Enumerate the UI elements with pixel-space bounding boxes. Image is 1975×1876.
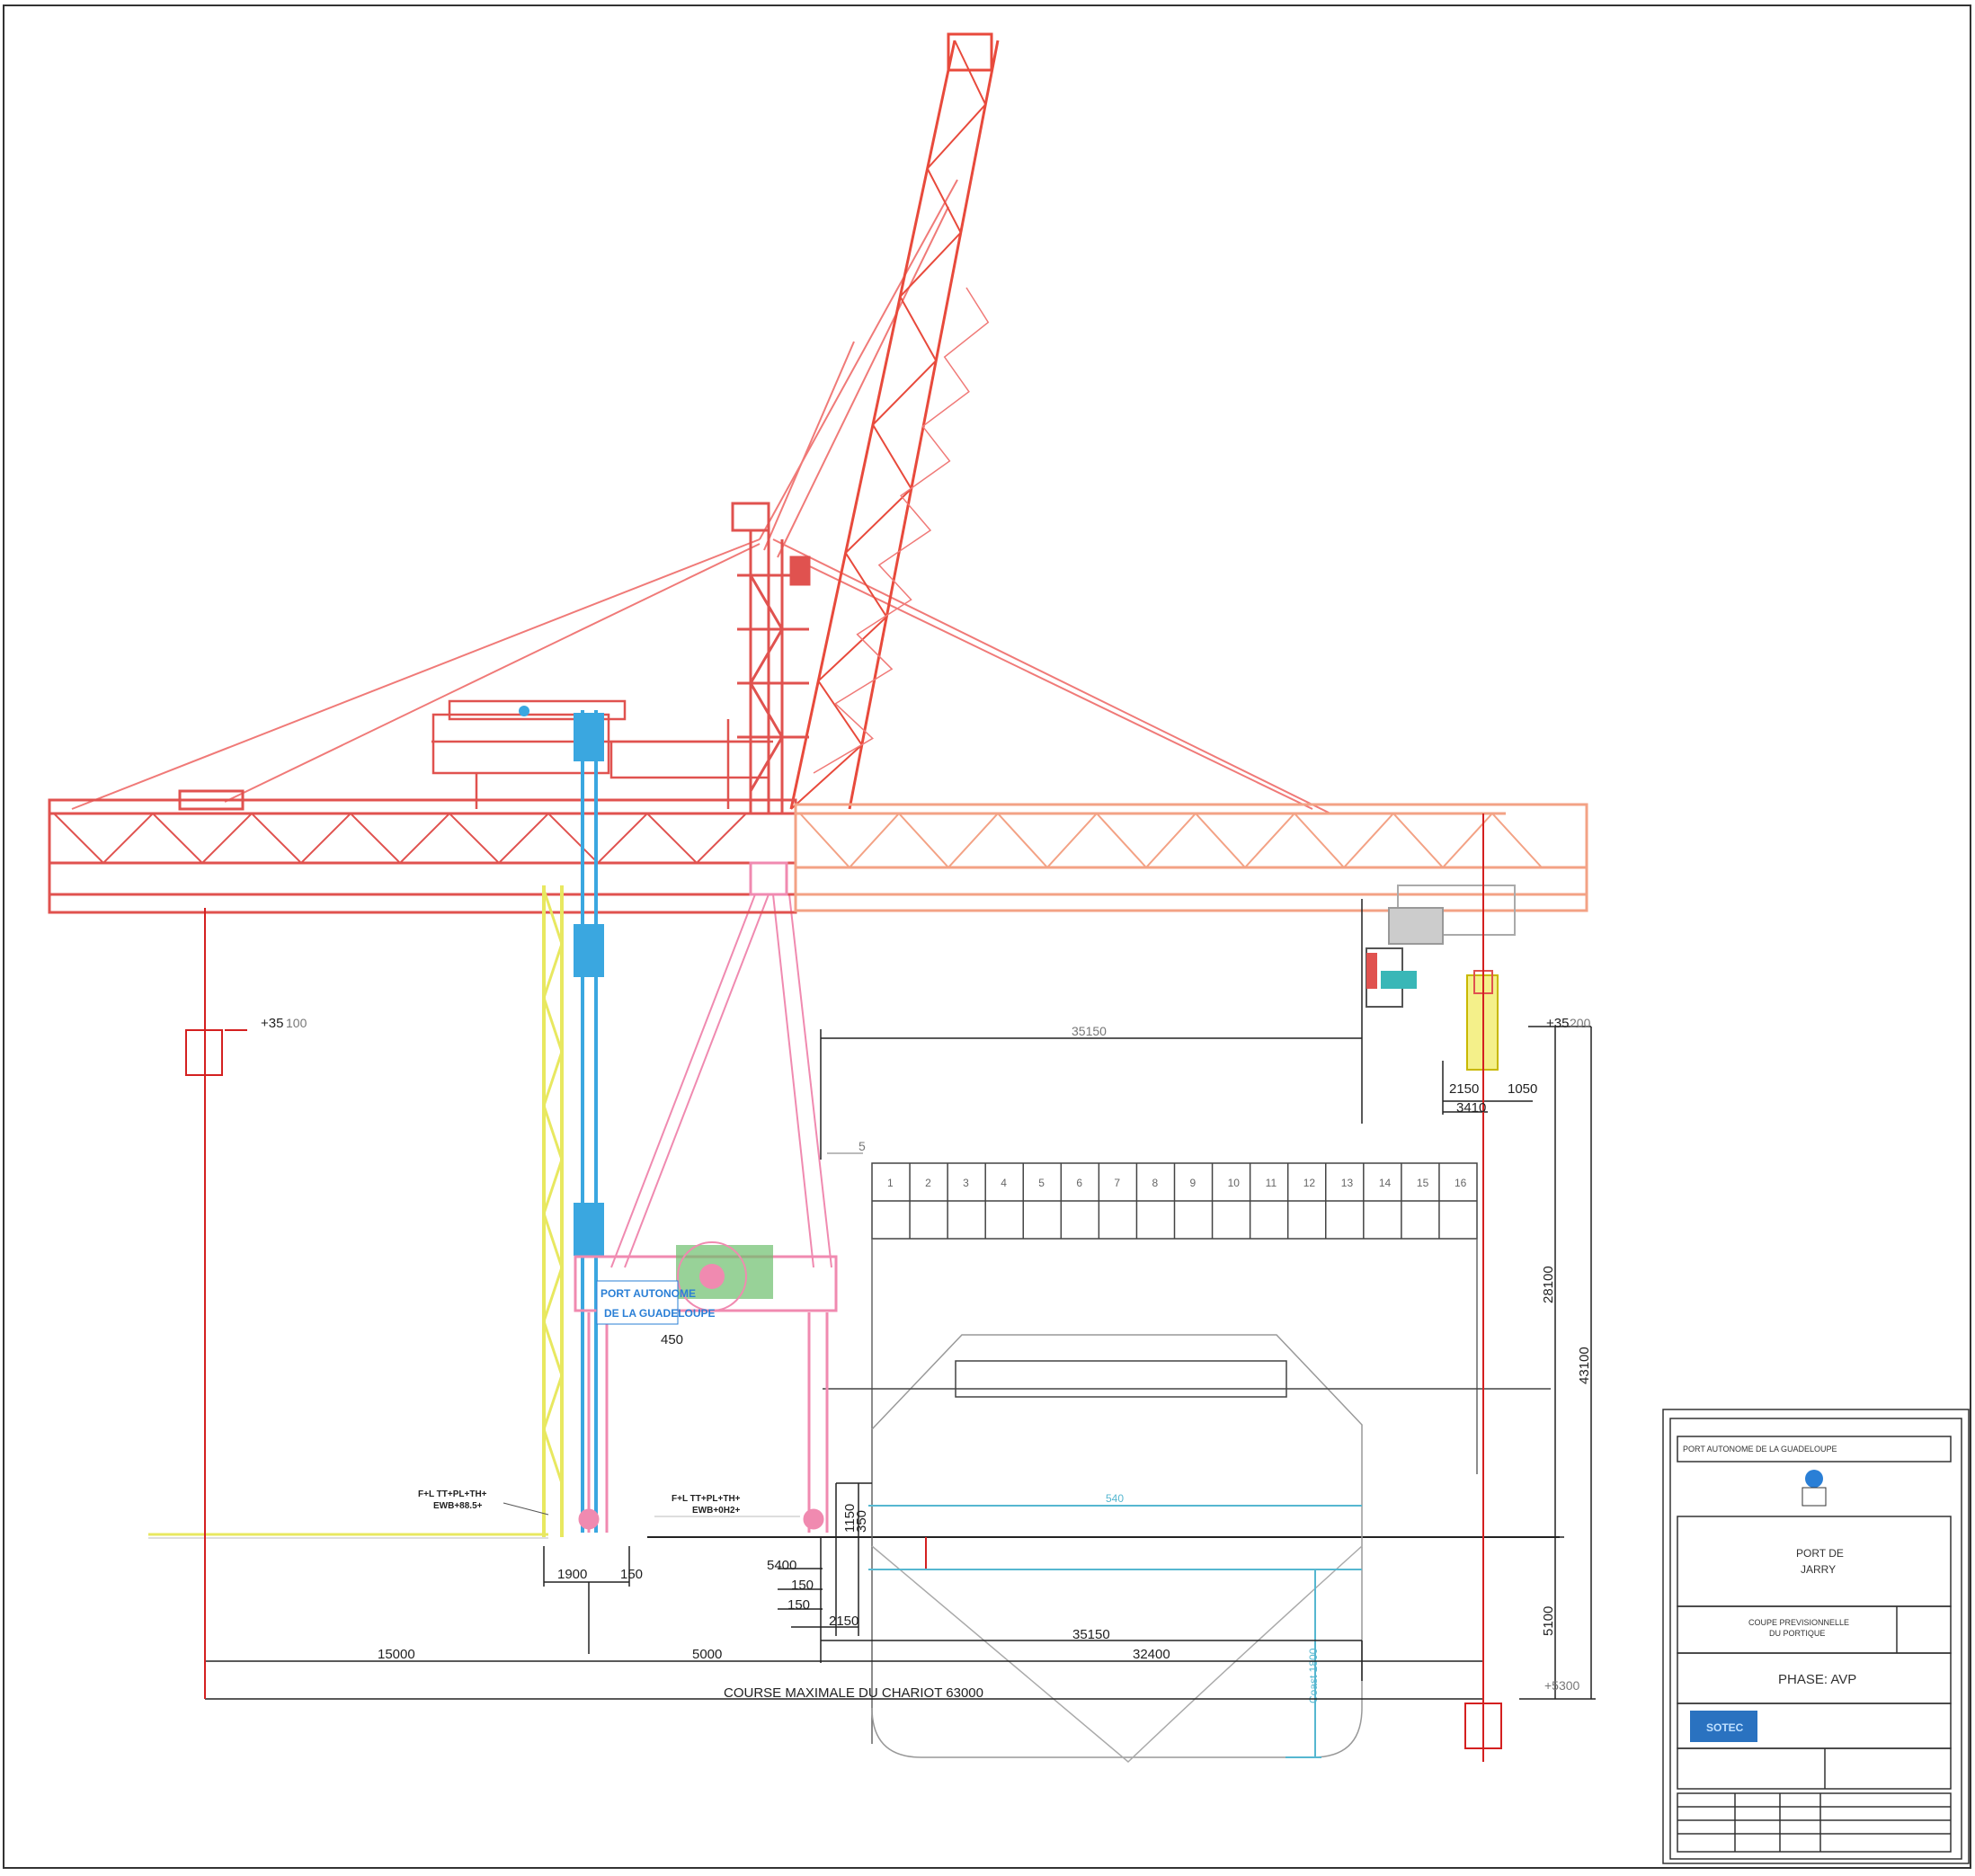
rail-right-line2: EWB+0H2+ (692, 1506, 741, 1516)
crane-stays (71, 179, 1331, 814)
ship-hold-box (955, 1360, 1287, 1398)
elev-right-small: 200 (1570, 1016, 1591, 1030)
dimension-lines (205, 899, 1596, 1700)
dim-ship2: 32400 (1133, 1647, 1170, 1662)
step-b: 150 (791, 1578, 814, 1593)
hold-number-10: 10 (1228, 1177, 1241, 1189)
elev-right: +35 (1546, 1016, 1569, 1031)
small-dim-450: 450 (661, 1332, 683, 1347)
boom-side-lacing (813, 287, 990, 774)
rail-left-line1: F+L TT+PL+TH+ (418, 1489, 487, 1499)
crane-sign-line1: PORT AUTONOME (601, 1287, 696, 1300)
quay-ground (148, 1533, 1560, 1539)
trolley-a: 2150 (1449, 1081, 1479, 1097)
tb-title-line1: COUPE PREVISIONNELLE (1748, 1618, 1849, 1627)
crane-main-girder (48, 789, 1588, 914)
cyan-waterline (868, 1505, 1362, 1758)
hold-numbers: 1 2 3 4 5 6 7 8 9 10 11 12 13 14 15 16 (887, 1177, 1467, 1189)
trolley-spreader (1366, 885, 1516, 1071)
hold-number-7: 7 (1114, 1177, 1120, 1189)
crane-elevation-drawing: 540 Coast 1800 PORT AUTONOME DE LA GUADE… (3, 4, 1971, 1869)
crane-a-frame (731, 502, 811, 814)
tb-project-line1: PORT DE (1796, 1547, 1844, 1560)
dim-ship: 35150 (1072, 1627, 1110, 1642)
hold-number-15: 15 (1417, 1177, 1429, 1189)
tb-title-line2: DU PORTIQUE (1769, 1629, 1825, 1638)
hold-number-12: 12 (1303, 1177, 1316, 1189)
cable-reel (676, 1241, 773, 1311)
top-span: 35150 (1072, 1024, 1107, 1038)
side-b: 350 (854, 1510, 869, 1533)
ship-depth-text: Coast 1800 (1307, 1648, 1320, 1703)
hold-number-2: 2 (925, 1177, 931, 1189)
hold-number-16: 16 (1455, 1177, 1467, 1189)
hold-number-14: 14 (1379, 1177, 1392, 1189)
rail-left-leader (503, 1502, 549, 1516)
hold-number-1: 1 (887, 1177, 894, 1189)
hold-number-9: 9 (1190, 1177, 1197, 1189)
pink-stays (610, 894, 832, 1268)
course-label: COURSE MAXIMALE DU CHARIOT 63000 (724, 1685, 983, 1701)
leg-b: 150 (620, 1567, 643, 1582)
elev-left: +35 (261, 1016, 283, 1031)
hold-number-5: 5 (1038, 1177, 1045, 1189)
trolley-c: 3410 (1456, 1100, 1486, 1116)
rail-right-line1: F+L TT+PL+TH+ (672, 1494, 741, 1504)
crane-sign-line2: DE LA GUADELOUPE (604, 1307, 716, 1320)
step-d: 2150 (829, 1614, 859, 1629)
tb-phase: PHASE: AVP (1778, 1672, 1856, 1687)
ship-section (823, 1162, 1551, 1764)
company-logo-text: SOTEC (1706, 1721, 1744, 1734)
title-block-logo-icon (1802, 1470, 1827, 1507)
step-c: 150 (787, 1597, 810, 1613)
vertical-right: 28100 (1541, 1266, 1556, 1303)
tb-project-line2: JARRY (1801, 1563, 1836, 1576)
leg-a: 1900 (557, 1567, 587, 1582)
trolley-b: 1050 (1508, 1081, 1537, 1097)
company-logo-icon: SOTEC (1690, 1711, 1757, 1742)
rail-left-line2: EWB+88.5+ (433, 1501, 483, 1511)
hold-number-13: 13 (1341, 1177, 1354, 1189)
hold-number-11: 11 (1266, 1177, 1277, 1189)
boom-tip (947, 32, 993, 72)
sheet-border (3, 4, 1971, 1869)
cyan-dim-text: 540 (1106, 1492, 1124, 1505)
tb-owner: PORT AUTONOME DE LA GUADELOUPE (1683, 1445, 1837, 1454)
hold-number-8: 8 (1152, 1177, 1158, 1189)
hold-number-4: 4 (1001, 1177, 1007, 1189)
ground-elev: +5300 (1544, 1678, 1580, 1693)
vertical-lower: 5100 (1541, 1606, 1556, 1636)
vertical-outer: 43100 (1577, 1347, 1592, 1384)
step-a: 5400 (767, 1558, 796, 1573)
small-top: 5 (859, 1139, 866, 1153)
dim-left: 15000 (378, 1647, 415, 1662)
dim-mid: 5000 (692, 1647, 722, 1662)
hold-number-6: 6 (1076, 1177, 1082, 1189)
crane-boom (789, 32, 1000, 810)
elev-left-small: 100 (286, 1016, 307, 1030)
hold-number-3: 3 (963, 1177, 969, 1189)
drawing-sheet: 540 Coast 1800 PORT AUTONOME DE LA GUADE… (0, 0, 1975, 1872)
crane-leg-landside (542, 885, 564, 1537)
operator-cabin-icon (519, 706, 529, 716)
